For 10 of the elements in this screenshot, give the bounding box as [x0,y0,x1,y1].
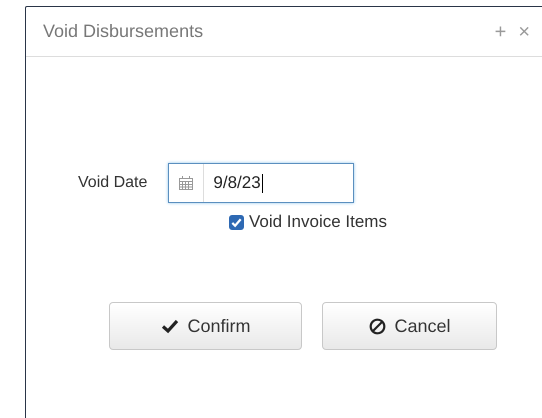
checkbox[interactable]: Void Invoice Items [229,212,387,232]
calendar-icon [178,164,204,202]
cancel-icon [369,318,386,334]
cancel-button[interactable]: Cancel [322,302,497,350]
checkbox-box[interactable] [229,214,244,230]
date-field[interactable]: 9/8/23 [168,163,354,203]
field-label: Void Date [78,174,148,192]
confirm-button[interactable]: Confirm [109,302,302,350]
window-title: Void Disbursements [43,21,204,42]
checkmark-icon [161,318,180,334]
